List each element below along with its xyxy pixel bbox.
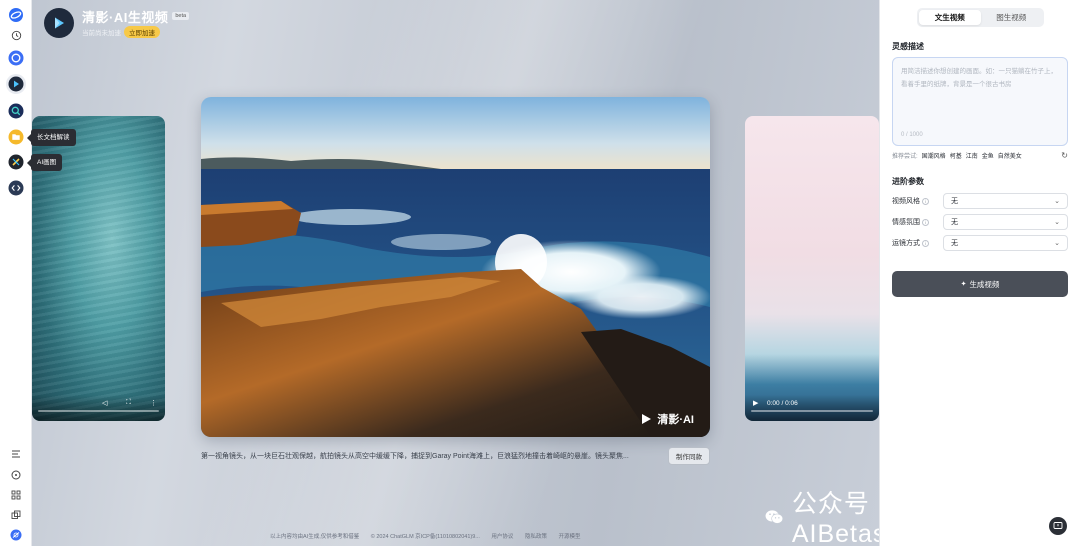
video-time: 0:00 / 0:06 — [767, 400, 798, 407]
sparkle-icon: ✦ — [960, 281, 967, 288]
footer-note: 以上内容均由AI生成,仅供参考和借鉴 — [270, 534, 360, 540]
progress-bar[interactable] — [751, 410, 873, 412]
advanced-label: 进阶参数 — [892, 177, 924, 186]
play-icon[interactable] — [6, 74, 26, 94]
main-video[interactable]: 清影·AI — [201, 97, 710, 437]
footer: 以上内容均由AI生成,仅供参考和借鉴 © 2024 ChatGLM 京ICP备(… — [270, 532, 591, 540]
brand: 清影·AI生视频 beta 当前尚未加速 立即加速 — [44, 8, 190, 38]
tab-text-to-video[interactable]: 文生视频 — [919, 10, 981, 25]
avatar-icon[interactable] — [6, 525, 26, 545]
wechat-watermark: 公众号 · AIBetas — [765, 484, 879, 546]
param-mood: 情感氛围 i 无 ⌄ — [892, 214, 1068, 230]
recommend-item[interactable]: 柯基 — [950, 151, 962, 160]
make-same-button[interactable]: 制作同款 — [668, 447, 710, 465]
camera-select[interactable]: 无 ⌄ — [943, 235, 1068, 251]
info-icon: i — [922, 197, 929, 205]
style-select[interactable]: 无 ⌄ — [943, 193, 1068, 209]
feedback-icon[interactable] — [1049, 517, 1067, 535]
volume-icon[interactable]: ◁ — [102, 399, 107, 407]
list-icon[interactable] — [6, 444, 26, 464]
tab-image-to-video[interactable]: 图生视频 — [981, 10, 1043, 25]
footer-agreement[interactable]: 用户协议 — [491, 534, 513, 540]
param-style: 视频风格 i 无 ⌄ — [892, 193, 1068, 209]
tooltip-ai-draw: AI画图 — [26, 154, 63, 171]
info-icon: i — [922, 218, 929, 226]
caption-row: 第一视角镜头，从一块巨石壮观保越，航拍镜头从高空中缓缓下降，捕捉到Garay P… — [201, 447, 710, 465]
chatglm-icon[interactable] — [6, 48, 26, 68]
mode-tabs: 文生视频 图生视频 — [917, 8, 1044, 27]
generate-video-button[interactable]: ✦ 生成视频 — [892, 271, 1068, 297]
fullscreen-icon[interactable]: ⛶ — [126, 399, 131, 407]
chevron-down-icon: ⌄ — [1054, 198, 1060, 205]
video-caption: 第一视角镜头，从一块巨石壮观保越，航拍镜头从高空中缓缓下降，捕捉到Garay P… — [201, 453, 629, 460]
code-icon[interactable] — [6, 178, 26, 198]
qingying-logo-icon — [44, 8, 74, 38]
zhipu-logo-icon[interactable] — [6, 5, 26, 25]
footer-privacy[interactable]: 隐私政策 — [525, 534, 547, 540]
mood-select[interactable]: 无 ⌄ — [943, 214, 1068, 230]
tooltip-long-doc: 长文档解读 — [27, 129, 76, 146]
chevron-down-icon: ⌄ — [1054, 240, 1060, 247]
more-icon[interactable]: ⋮ — [150, 399, 157, 407]
refresh-icon[interactable]: ↻ — [1061, 151, 1068, 160]
param-camera: 运镜方式 i 无 ⌄ — [892, 235, 1068, 251]
chevron-down-icon: ⌄ — [1054, 219, 1060, 226]
search-agent-icon[interactable] — [6, 101, 26, 121]
recommend-row: 推荐尝试: 国潮风格 柯基 江南 金鱼 自然美女 ↻ — [892, 151, 1068, 160]
right-panel: 文生视频 图生视频 灵感描述 用简洁描述你想创建的画面。如：一只猫躺在竹子上，看… — [879, 0, 1080, 546]
wechat-icon — [765, 509, 784, 524]
folder-icon[interactable] — [6, 127, 26, 147]
right-video-card[interactable]: ▶ 0:00 / 0:06 — [745, 116, 879, 421]
recommend-item[interactable]: 金鱼 — [982, 151, 994, 160]
footer-open-source[interactable]: 开源模型 — [559, 534, 581, 540]
char-counter: 0 / 1000 — [901, 132, 923, 138]
app-title: 清影·AI生视频 — [82, 9, 169, 25]
recommend-item[interactable]: 自然美女 — [998, 151, 1022, 160]
play-button-icon[interactable]: ▶ — [753, 399, 758, 407]
recommend-item[interactable]: 国潮风格 — [922, 151, 946, 160]
compass-icon[interactable] — [6, 465, 26, 485]
ai-draw-icon[interactable] — [6, 152, 26, 172]
copy-icon[interactable] — [6, 505, 26, 525]
prompt-input[interactable]: 用简洁描述你想创建的画面。如：一只猫躺在竹子上，看着手里的纸牌，背景是一个很古书… — [892, 57, 1068, 146]
speed-status: 当前尚未加速 — [82, 30, 121, 37]
progress-bar[interactable] — [38, 410, 159, 412]
footer-copyright: © 2024 ChatGLM 京ICP备(11010802041)9... — [370, 534, 480, 540]
beta-badge: beta — [172, 12, 190, 20]
grid-icon[interactable] — [6, 485, 26, 505]
prompt-label: 灵感描述 — [892, 42, 924, 51]
info-icon: i — [922, 239, 929, 247]
speed-up-button[interactable]: 立即加速 — [124, 26, 160, 38]
left-rail: 长文档解读 AI画图 — [0, 0, 76, 546]
clock-icon[interactable] — [6, 25, 26, 45]
video-watermark: 清影·AI — [639, 411, 694, 427]
recommend-item[interactable]: 江南 — [966, 151, 978, 160]
stage: 清影·AI生视频 beta 当前尚未加速 立即加速 ◁ ⛶ ⋮ 清影·AI 第一… — [32, 0, 879, 546]
